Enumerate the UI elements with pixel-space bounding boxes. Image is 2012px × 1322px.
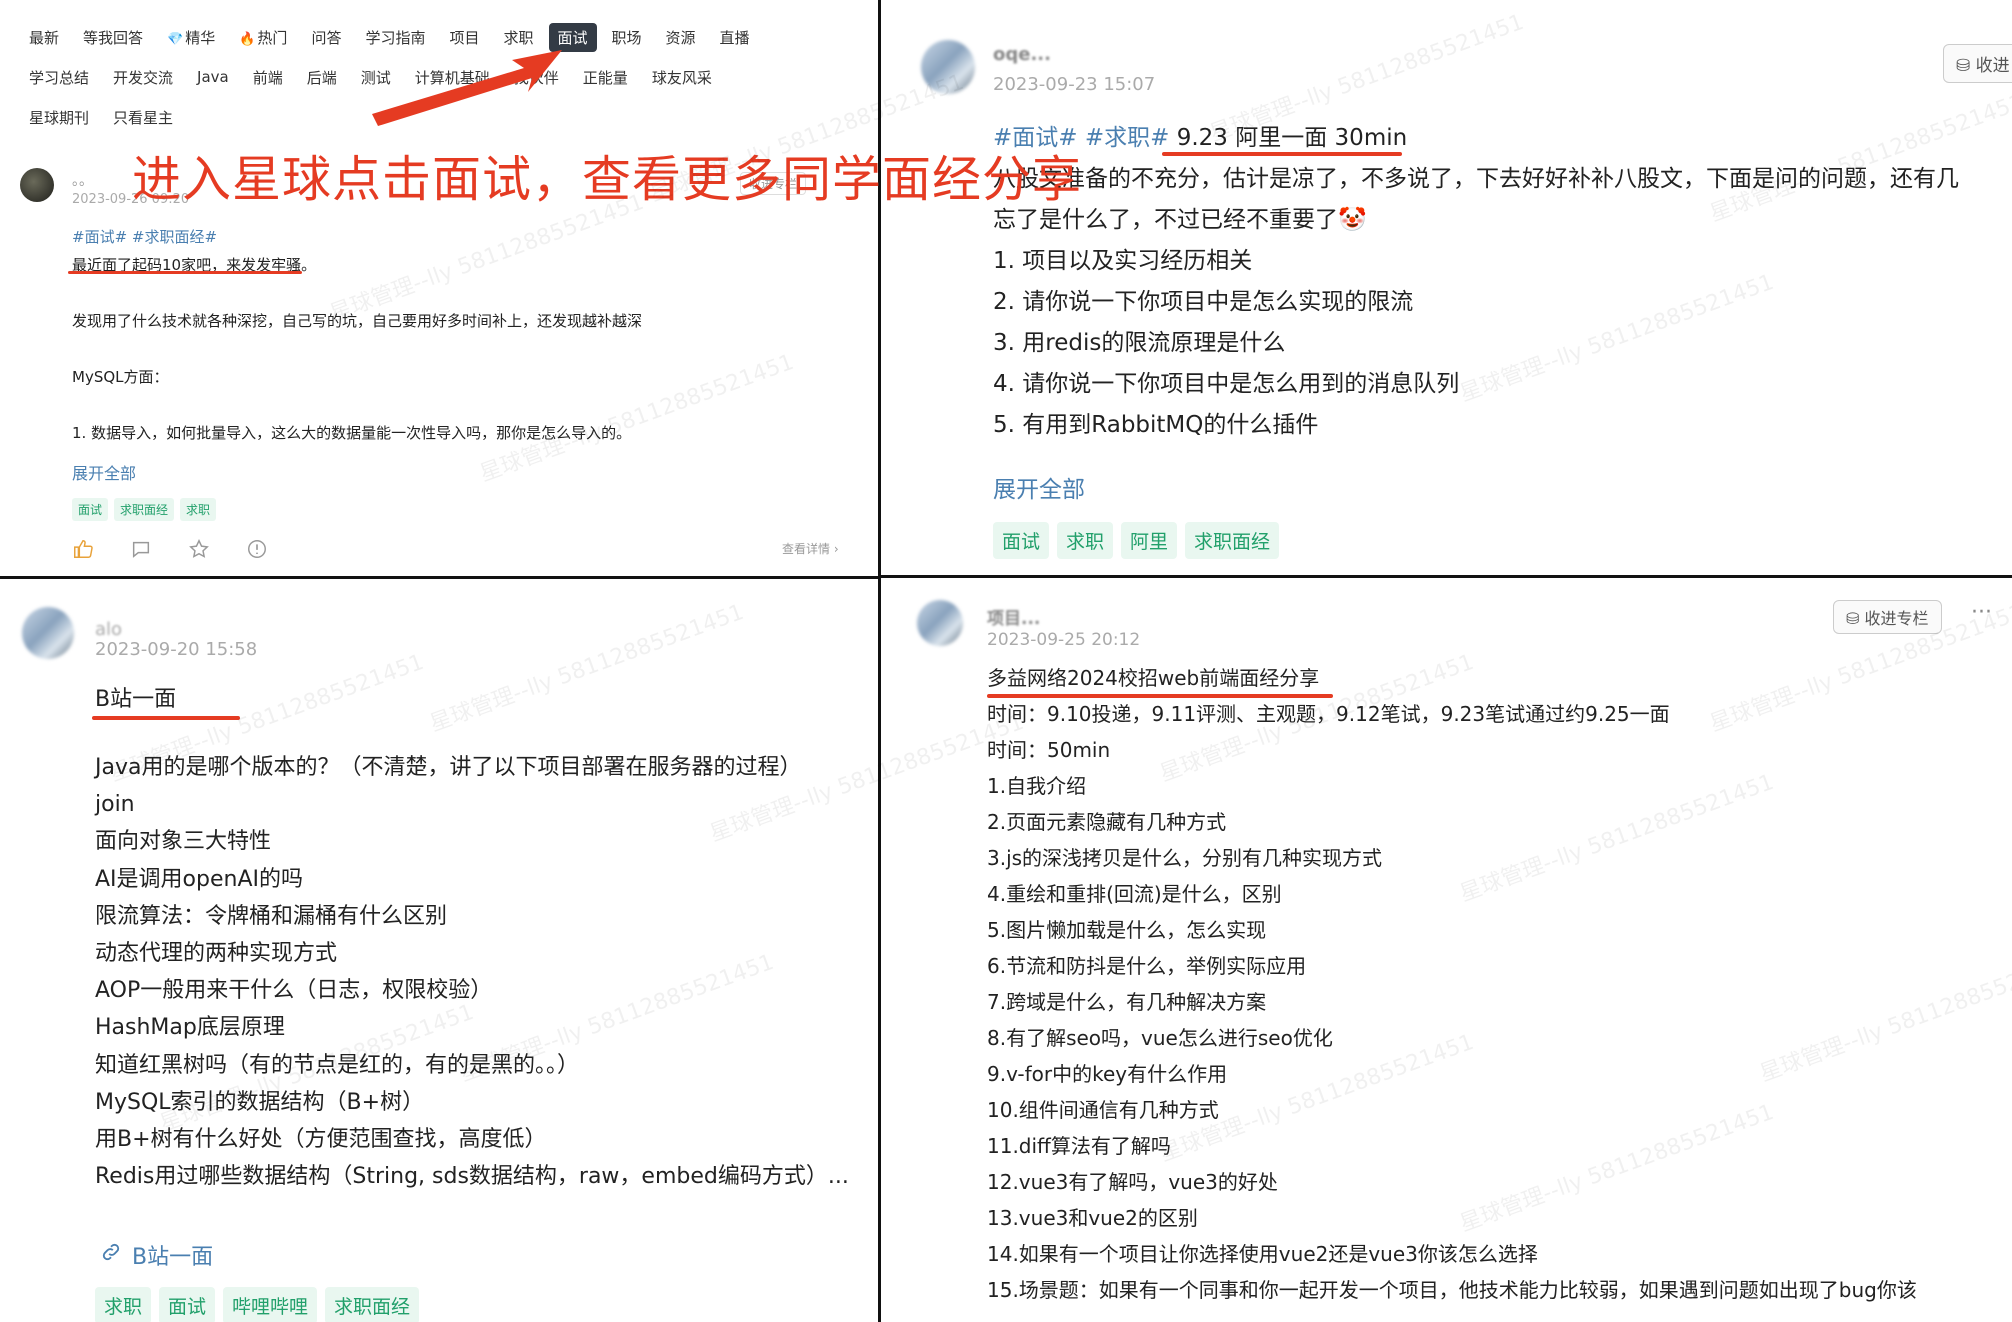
highlight-underline	[68, 271, 302, 274]
overlay-instruction: 进入星球点击面试，查看更多同学面经分享	[132, 151, 1083, 208]
